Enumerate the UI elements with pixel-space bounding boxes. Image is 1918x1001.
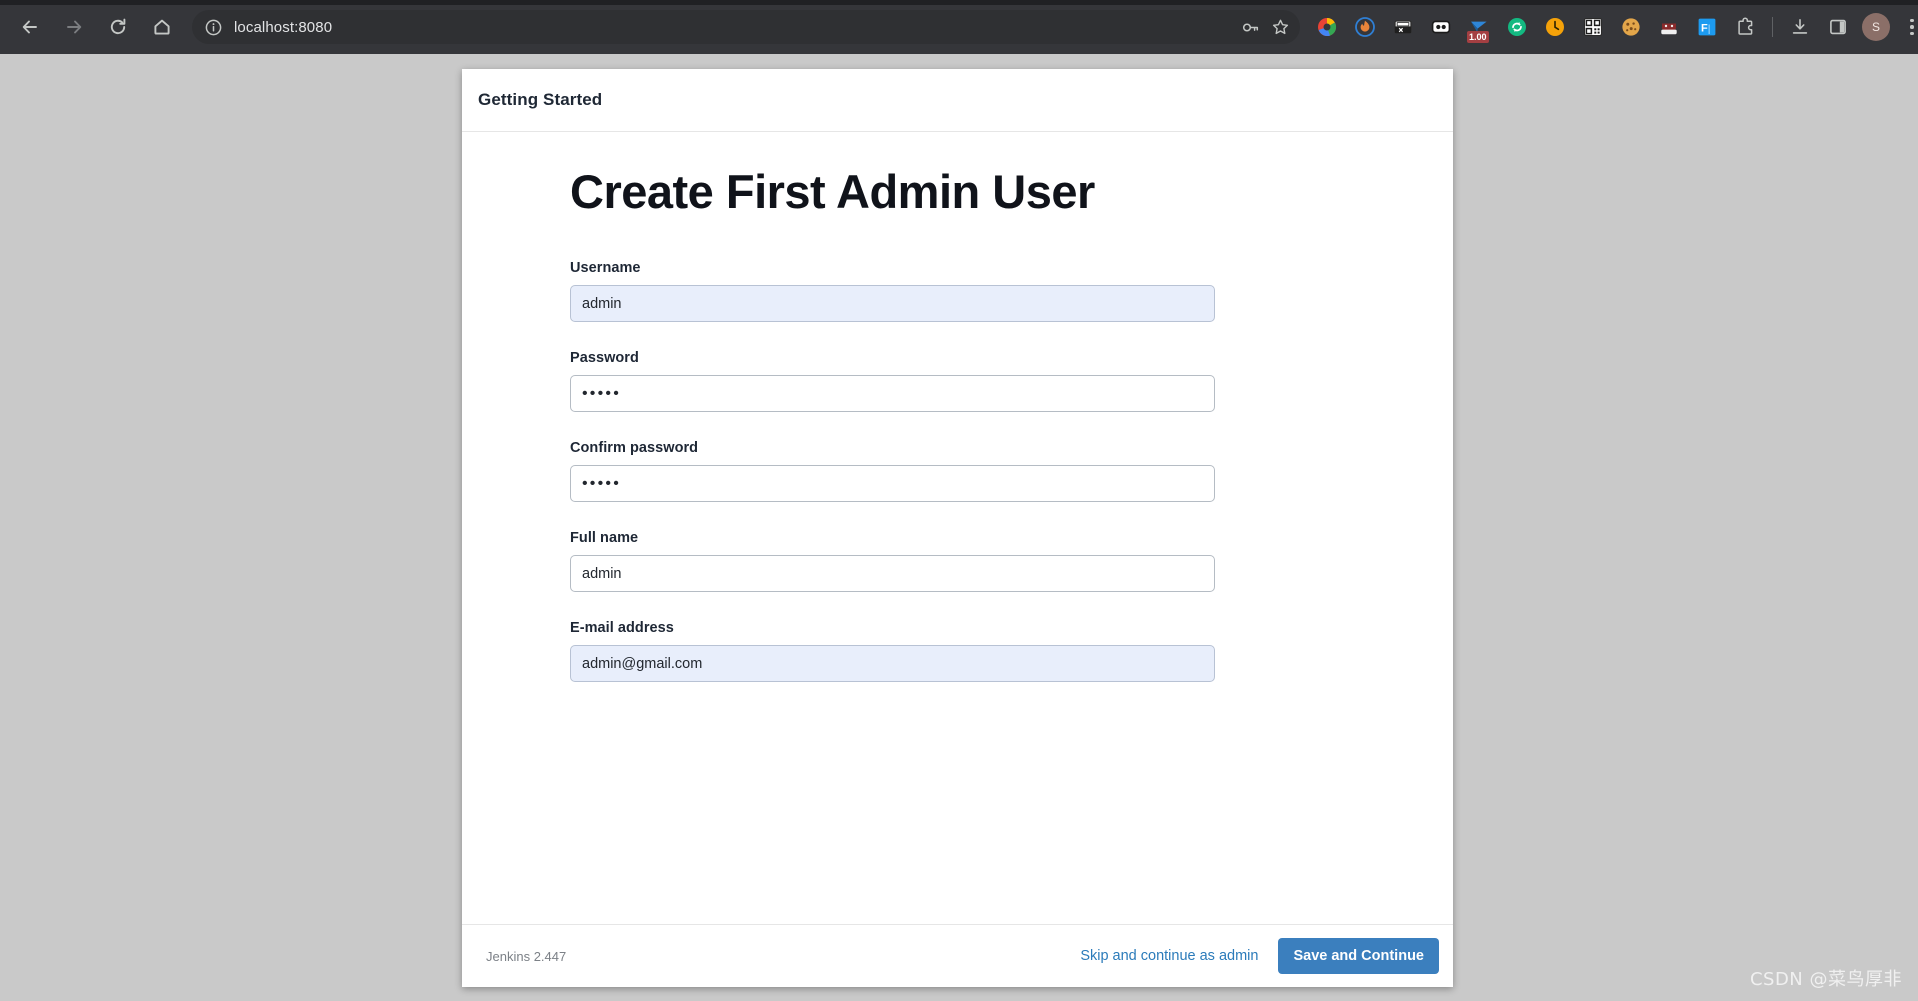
flame-circle-icon[interactable] [1350,12,1380,42]
full-name-input[interactable] [570,555,1215,592]
jenkins-version-label: Jenkins 2.447 [486,948,567,964]
ghost-face-icon[interactable] [1426,12,1456,42]
info-circle-icon[interactable] [202,16,224,38]
full-name-label: Full name [570,530,639,546]
email-label: E-mail address [570,620,674,636]
fh-square-icon[interactable]: F | [1692,12,1722,42]
setup-heading: Create First Admin User [570,165,1095,218]
field-group-confirm-password: Confirm password [570,440,1215,502]
save-and-continue-button[interactable]: Save and Continue [1278,938,1439,974]
page-viewport: Getting Started Create First Admin User … [0,54,1918,1001]
address-bar[interactable]: localhost:8080 [192,10,1300,44]
field-group-username: Username [570,260,1215,322]
colorful-ring-icon[interactable] [1312,12,1342,42]
password-input[interactable] [570,375,1215,412]
footer-actions: Skip and continue as admin Save and Cont… [1080,938,1439,974]
key-icon[interactable] [1236,13,1264,41]
field-group-full-name: Full name [570,530,1215,592]
mask-icon[interactable] [1654,12,1684,42]
paper-plane-icon[interactable]: 1.00 [1464,12,1494,43]
spreadsheet-print-icon[interactable] [1388,12,1418,42]
star-icon[interactable] [1266,13,1294,41]
back-button[interactable] [13,10,47,44]
download-icon[interactable] [1785,12,1815,42]
home-button[interactable] [145,10,179,44]
card-footer: Jenkins 2.447 Skip and continue as admin… [462,924,1453,987]
extension-tray: 1.00 F | S [1308,12,1918,43]
reload-button[interactable] [101,10,135,44]
card-header: Getting Started [462,69,1453,132]
card-body: Create First Admin User Username Passwor… [462,132,1453,924]
clock-icon[interactable] [1540,12,1570,42]
kebab-menu-icon[interactable] [1898,13,1918,41]
csdn-watermark: CSDN @菜鸟厚非 [1749,969,1902,990]
profile-avatar[interactable]: S [1862,13,1890,41]
side-panel-icon[interactable] [1823,12,1853,42]
cookie-icon[interactable] [1616,12,1646,42]
forward-button[interactable] [57,10,91,44]
toolbar-divider [1772,17,1773,37]
browser-toolbar: localhost:8080 1.00 F | S [0,0,1918,54]
field-group-password: Password [570,350,1215,412]
extension-badge: 1.00 [1467,31,1489,43]
svg-text:|: | [1707,22,1710,34]
username-label: Username [570,260,641,276]
page-title: Getting Started [478,90,603,109]
puzzle-piece-icon[interactable] [1730,12,1760,42]
password-label: Password [570,350,639,366]
confirm-password-label: Confirm password [570,440,699,456]
create-admin-form: Username Password Confirm password Full … [570,260,1215,710]
qr-code-icon[interactable] [1578,12,1608,42]
confirm-password-input[interactable] [570,465,1215,502]
refresh-circle-icon[interactable] [1502,12,1532,42]
setup-wizard-card: Getting Started Create First Admin User … [462,69,1453,987]
skip-and-continue-link[interactable]: Skip and continue as admin [1080,948,1258,964]
address-bar-url[interactable]: localhost:8080 [234,19,1234,36]
email-input[interactable] [570,645,1215,682]
field-group-email: E-mail address [570,620,1215,682]
username-input[interactable] [570,285,1215,322]
